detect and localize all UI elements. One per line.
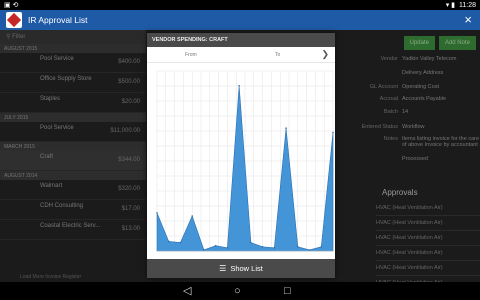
next-arrow-icon[interactable]: ❯: [321, 49, 329, 60]
filter-placeholder: Filter: [12, 34, 26, 40]
app-bar: IR Approval List ×: [0, 10, 480, 30]
list-item[interactable]: Office Supply Store $500.00: [0, 73, 146, 93]
list-item[interactable]: Pool Service $400.00: [0, 53, 146, 73]
invoice-list: AUGUST 2015 Pool Service $400.00 Office Sup…: [0, 44, 146, 282]
close-button[interactable]: ×: [464, 12, 472, 28]
amount: $13.00: [121, 226, 140, 232]
list-item[interactable]: CDH Consulting $17.00: [0, 200, 146, 220]
detail-buttons: Update Add Note: [403, 36, 476, 50]
amount: $320.00: [118, 186, 140, 192]
status-bar: ▣ ⟲ ▾ ▮ 11:28: [0, 0, 480, 10]
approval-item[interactable]: HVAC (Heat Ventilation Air): [376, 262, 480, 276]
vendor-name: Staples: [40, 96, 61, 102]
dialog-title: VENDOR SPENDING: CRAFT: [147, 33, 335, 47]
field-label: Accrual: [379, 96, 398, 102]
filter-bar[interactable]: ⚲ Filter: [0, 30, 146, 44]
spending-chart: [156, 70, 334, 252]
data-point: [297, 245, 299, 248]
list-item[interactable]: Staples $20.00: [0, 93, 146, 113]
data-point: [203, 249, 205, 251]
status-icons: ▾ ▮: [445, 2, 455, 9]
date-range-nav: From To ❯: [147, 47, 335, 63]
approval-item[interactable]: HVAC (Heat Ventilation Air): [376, 232, 480, 246]
approval-item[interactable]: HVAC (Heat Ventilation Air): [376, 247, 480, 261]
recent-apps-icon[interactable]: □: [284, 284, 291, 298]
vendor-name: Pool Service: [40, 56, 74, 62]
vendor-spending-dialog: VENDOR SPENDING: CRAFT From To ❯ ☰ Show …: [147, 33, 335, 278]
field-value: Yadkin Valley Telecom: [402, 56, 457, 62]
field-value: Accounts Payable: [402, 96, 447, 102]
section-header: AUGUST 2014: [0, 171, 146, 180]
data-point: [261, 245, 264, 248]
vendor-name: CDH Consulting: [40, 203, 84, 209]
list-item[interactable]: Coastal Electric Serv... $13.00: [0, 220, 146, 240]
amount: $17.00: [121, 206, 140, 212]
section-header: AUGUST 2015: [0, 44, 146, 53]
field-value: Workflow: [402, 124, 425, 130]
list-item[interactable]: Walmart $320.00: [0, 180, 146, 200]
detail-panel: Update Add Note Vendor Yadkin Valley Tele…: [334, 30, 480, 291]
data-point: [179, 241, 182, 244]
amount: $20.00: [121, 99, 140, 105]
system-nav-bar: ◁ ○ □: [0, 282, 480, 300]
vendor-name: Pool Service: [40, 125, 74, 131]
field-value: 14: [402, 109, 409, 115]
vendor-name: Craft: [40, 154, 54, 160]
status-time: 11:28: [459, 1, 476, 9]
amount: $400.00: [118, 59, 140, 65]
vendor-name: Office Supply Store: [40, 76, 92, 82]
field-value: Processed: [402, 156, 428, 162]
vendor-name: Walmart: [40, 183, 63, 189]
data-point: [332, 131, 334, 134]
data-point: [156, 212, 158, 214]
approvals-heading: Approvals: [382, 188, 418, 197]
data-point: [320, 245, 323, 248]
search-icon: ⚲: [6, 34, 11, 40]
vendor-name: Coastal Electric Serv...: [40, 223, 101, 229]
field-label: Batch: [383, 109, 398, 115]
field-value: Delivery Address: [402, 70, 444, 76]
data-point: [250, 241, 252, 244]
back-icon[interactable]: ◁: [183, 284, 191, 298]
field-label: Notes: [383, 136, 398, 142]
status-right: ▾ ▮ 11:28: [445, 1, 476, 10]
approval-item[interactable]: HVAC (Heat Ventilation Air): [376, 202, 480, 216]
data-point: [285, 127, 287, 129]
data-point: [273, 247, 276, 249]
data-point: [226, 247, 229, 249]
amount: $500.00: [118, 79, 140, 85]
data-point: [167, 240, 170, 243]
load-more-link[interactable]: Load More Invoice Register: [20, 274, 81, 280]
amount: $11,000.00: [110, 128, 140, 134]
update-button[interactable]: Update: [403, 36, 435, 50]
list-icon: ☰: [219, 264, 227, 273]
data-point: [191, 215, 193, 217]
field-label: Vendor: [380, 56, 398, 62]
data-point: [308, 249, 311, 251]
app-title: IR Approval List: [28, 15, 88, 25]
amount: $344.00: [118, 157, 140, 163]
list-item[interactable]: Craft $344.00: [0, 151, 146, 171]
section-header: MARCH 2015: [0, 142, 146, 151]
show-list-label: Show List: [230, 264, 263, 273]
to-label[interactable]: To: [275, 52, 280, 58]
field-value: Items listing invoice for the care of ab…: [402, 136, 480, 148]
home-icon[interactable]: ○: [234, 284, 241, 298]
list-item[interactable]: Pool Service $11,000.00: [0, 122, 146, 142]
field-label: Entered Status: [361, 124, 398, 130]
from-label[interactable]: From: [185, 52, 197, 58]
section-header: JULY 2015: [0, 113, 146, 122]
add-note-button[interactable]: Add Note: [438, 36, 476, 50]
approval-item[interactable]: HVAC (Heat Ventilation Air): [376, 217, 480, 231]
app-logo-icon: [6, 12, 22, 28]
data-point: [214, 244, 217, 247]
data-point: [238, 85, 240, 87]
show-list-button[interactable]: ☰ Show List: [147, 259, 335, 278]
field-value: Operating Cost: [402, 84, 439, 90]
field-label: GL Account: [369, 84, 398, 90]
status-left-icons: ▣ ⟲: [4, 2, 19, 9]
